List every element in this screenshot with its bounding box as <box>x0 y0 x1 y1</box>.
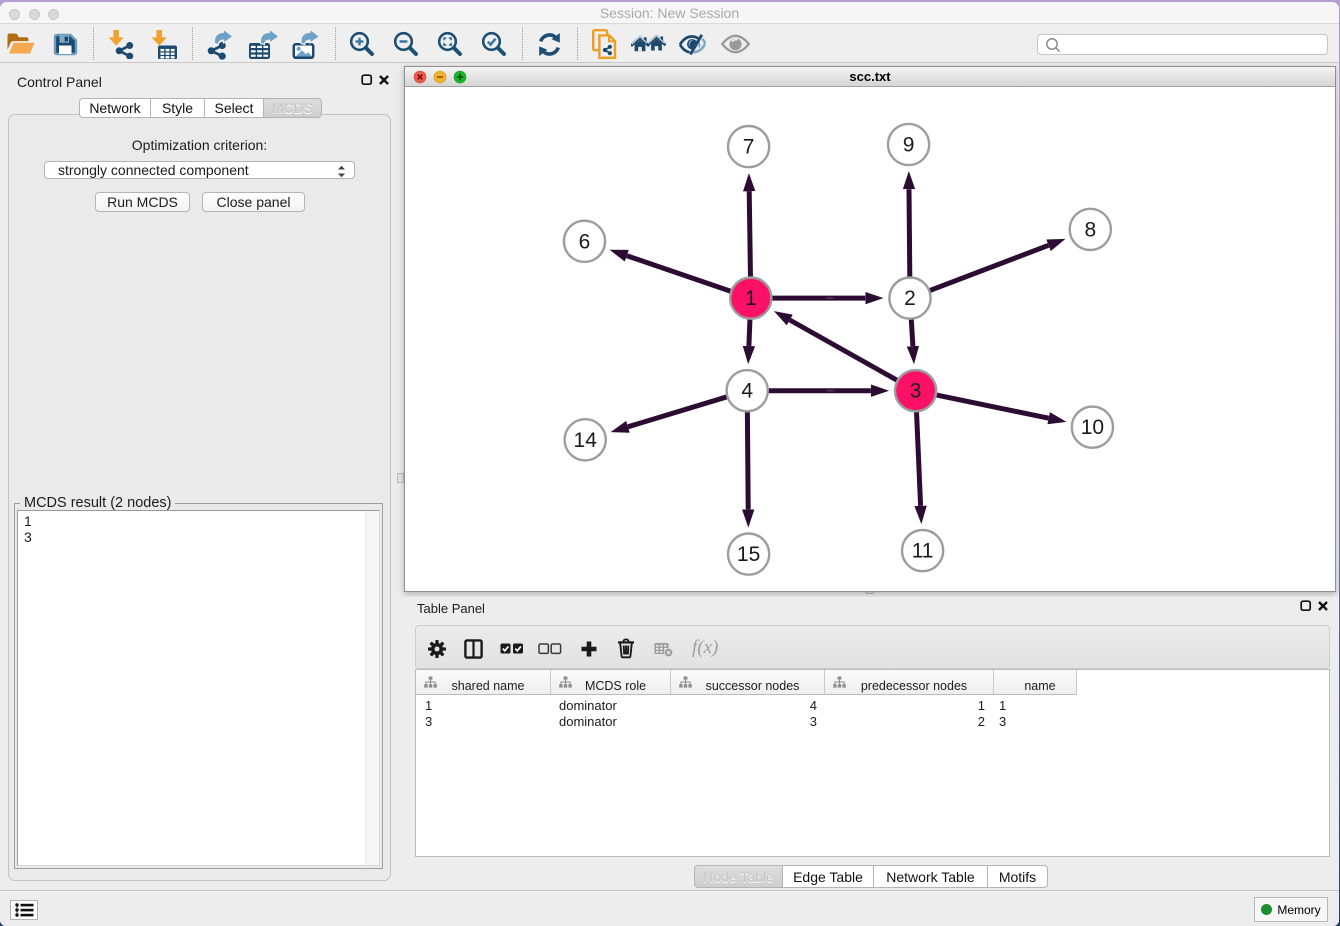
svg-text:11: 11 <box>912 540 934 563</box>
svg-text:10: 10 <box>1081 416 1104 439</box>
svg-text:6: 6 <box>579 230 591 253</box>
svg-text:8: 8 <box>1084 218 1096 241</box>
svg-text:4: 4 <box>741 380 753 403</box>
svg-text:14: 14 <box>574 429 598 452</box>
svg-text:15: 15 <box>737 543 760 566</box>
svg-text:3: 3 <box>910 380 922 403</box>
svg-text:9: 9 <box>903 134 915 157</box>
svg-text:2: 2 <box>904 287 916 310</box>
svg-text:7: 7 <box>743 136 755 159</box>
svg-text:1: 1 <box>745 287 757 310</box>
